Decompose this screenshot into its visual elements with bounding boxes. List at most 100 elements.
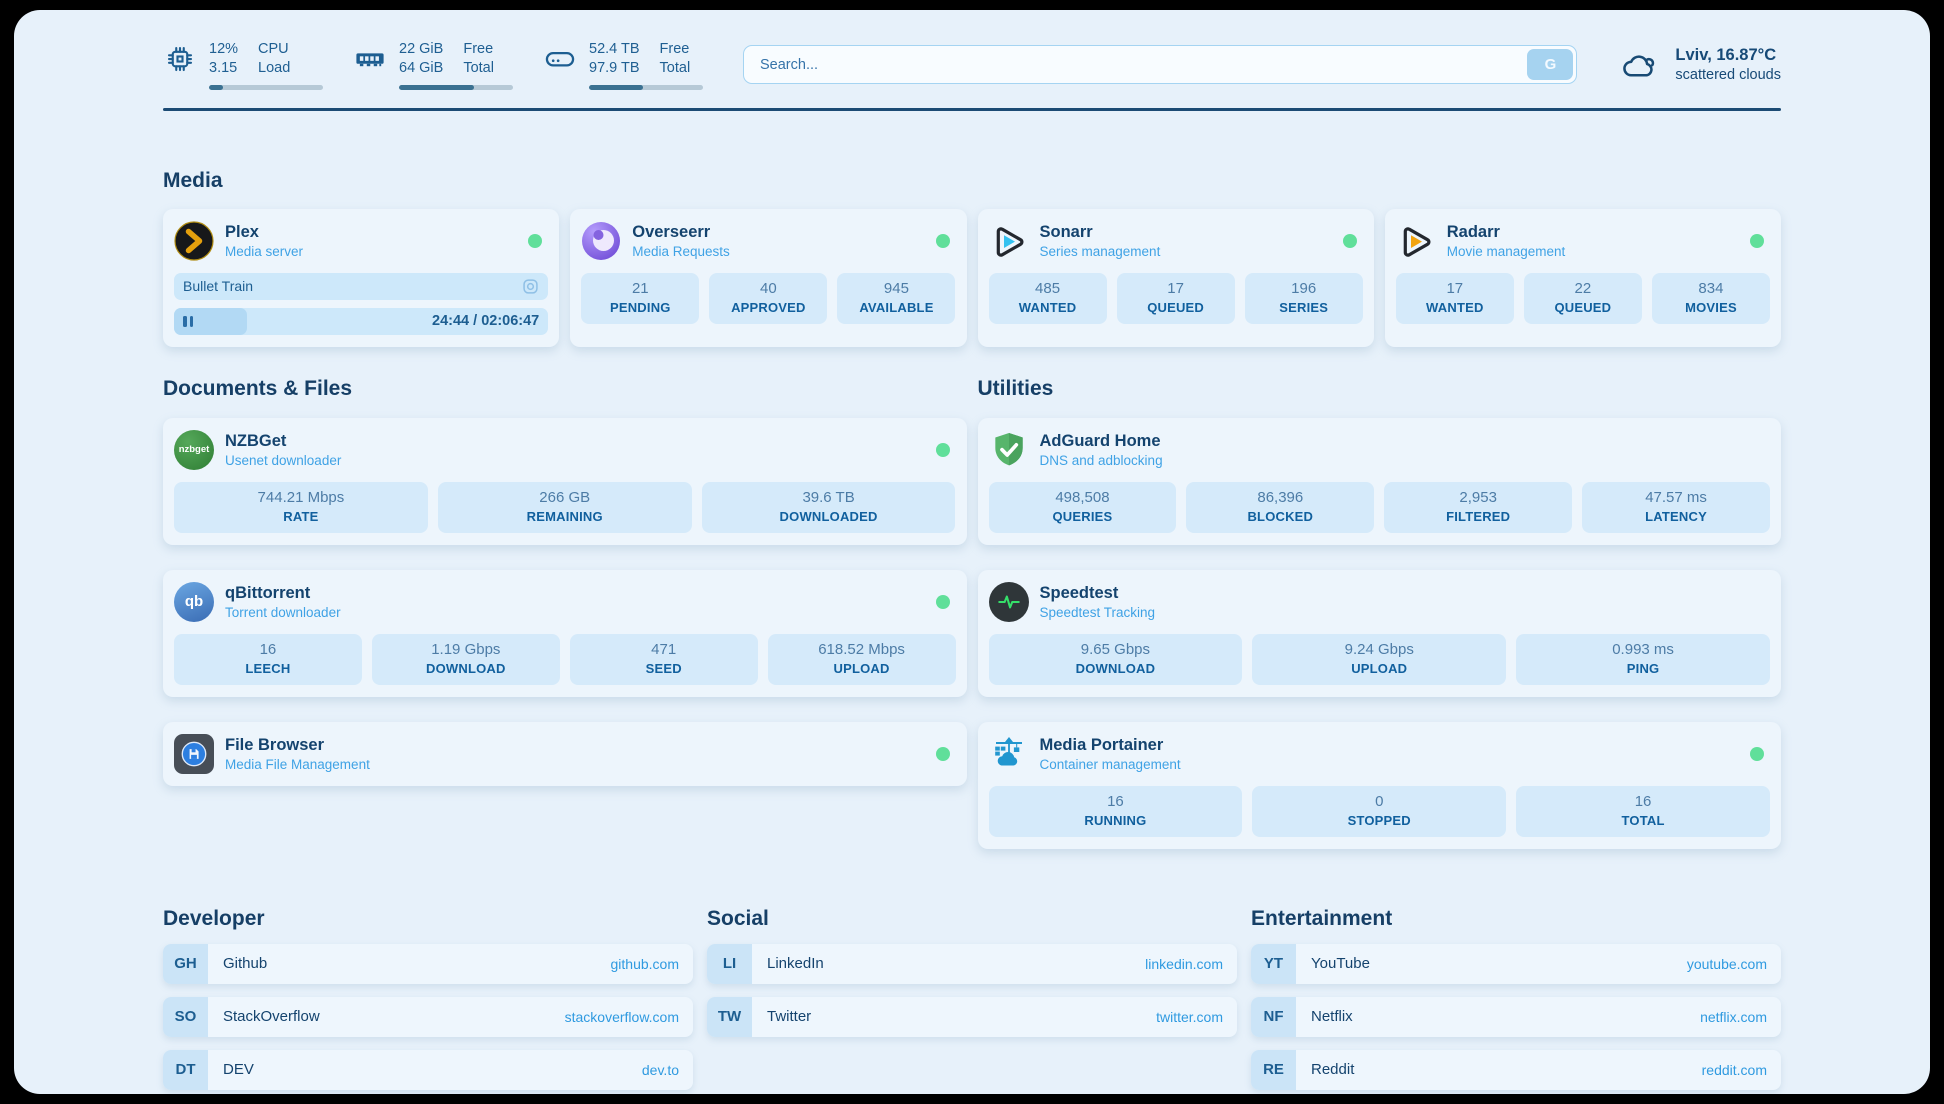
qbittorrent-icon: qb — [174, 582, 214, 622]
bookmark-url: github.com — [611, 956, 693, 972]
status-dot — [1343, 234, 1357, 248]
app-subtitle: Series management — [1040, 244, 1161, 259]
qbittorrent-card[interactable]: qb qBittorrent Torrent downloader 16LEEC… — [163, 570, 967, 697]
bookmark-abbr: TW — [707, 997, 752, 1037]
stat-box: 2,953FILTERED — [1384, 482, 1572, 533]
bookmark-url: linkedin.com — [1145, 956, 1237, 972]
stat-box: 834MOVIES — [1652, 273, 1770, 324]
plex-card[interactable]: Plex Media server Bullet Train 24:44 / 0… — [163, 209, 559, 347]
app-subtitle: Media server — [225, 244, 303, 259]
bookmark-url: twitter.com — [1156, 1009, 1237, 1025]
cpu-values: 12%3.15 — [209, 40, 238, 78]
bookmark-url: netflix.com — [1700, 1009, 1781, 1025]
filebrowser-card[interactable]: File Browser Media File Management — [163, 722, 967, 786]
app-title: Media Portainer — [1040, 736, 1181, 755]
bookmark-abbr: RE — [1251, 1050, 1296, 1090]
section-title-documents: Documents & Files — [163, 377, 967, 401]
cpu-icon — [163, 42, 197, 76]
app-subtitle: Torrent downloader — [225, 605, 341, 620]
stat-box: 9.65 GbpsDOWNLOAD — [989, 634, 1243, 685]
app-title: Plex — [225, 223, 303, 242]
nzbget-card[interactable]: nzbget NZBGet Usenet downloader 744.21 M… — [163, 418, 967, 545]
sonarr-card[interactable]: Sonarr Series management 485WANTED 17QUE… — [978, 209, 1374, 347]
bookmark-abbr: SO — [163, 997, 208, 1037]
adguard-icon — [989, 430, 1029, 470]
bookmark-stackoverflow[interactable]: SO StackOverflow stackoverflow.com — [163, 997, 693, 1037]
stat-box: 744.21 MbpsRATE — [174, 482, 428, 533]
speedtest-icon — [989, 582, 1029, 622]
stat-box: 618.52 MbpsUPLOAD — [768, 634, 956, 685]
top-bar: 12%3.15 CPULoad — [163, 40, 1781, 90]
bookmark-url: reddit.com — [1702, 1062, 1781, 1078]
stat-box: 17WANTED — [1396, 273, 1514, 324]
app-title: qBittorrent — [225, 584, 341, 603]
stat-box: 22QUEUED — [1524, 273, 1642, 324]
bookmark-abbr: GH — [163, 944, 208, 984]
stat-box: 17QUEUED — [1117, 273, 1235, 324]
ram-usage-bar — [399, 85, 513, 90]
stat-box: 485WANTED — [989, 273, 1107, 324]
section-title-developer: Developer — [163, 907, 693, 931]
app-subtitle: DNS and adblocking — [1040, 453, 1163, 468]
sonarr-icon — [989, 221, 1029, 261]
app-subtitle: Usenet downloader — [225, 453, 341, 468]
bookmark-name: StackOverflow — [208, 1008, 320, 1025]
entertainment-column: Entertainment YT YouTube youtube.com NF … — [1251, 907, 1781, 1090]
session-icon — [522, 278, 539, 295]
bookmark-github[interactable]: GH Github github.com — [163, 944, 693, 984]
bookmark-twitter[interactable]: TW Twitter twitter.com — [707, 997, 1237, 1037]
stat-box: 498,508QUERIES — [989, 482, 1177, 533]
status-dot — [1750, 234, 1764, 248]
cpu-labels: CPULoad — [258, 40, 290, 78]
social-column: Social LI LinkedIn linkedin.com TW Twitt… — [707, 907, 1237, 1090]
bookmark-url: youtube.com — [1687, 956, 1781, 972]
bookmark-abbr: DT — [163, 1050, 208, 1090]
section-title-media: Media — [163, 169, 1781, 193]
ram-stat: 22 GiB64 GiB FreeTotal — [353, 40, 513, 90]
developer-column: Developer GH Github github.com SO StackO… — [163, 907, 693, 1090]
stat-box: 945AVAILABLE — [837, 273, 955, 324]
portainer-icon — [989, 734, 1029, 774]
now-playing-row: Bullet Train — [174, 273, 548, 300]
radarr-card[interactable]: Radarr Movie management 17WANTED 22QUEUE… — [1385, 209, 1781, 347]
bookmark-linkedin[interactable]: LI LinkedIn linkedin.com — [707, 944, 1237, 984]
bookmark-reddit[interactable]: RE Reddit reddit.com — [1251, 1050, 1781, 1090]
overseerr-card[interactable]: Overseerr Media Requests 21PENDING 40APP… — [570, 209, 966, 347]
system-stats: 12%3.15 CPULoad — [163, 40, 703, 90]
bookmark-url: dev.to — [642, 1062, 693, 1078]
app-title: Radarr — [1447, 223, 1566, 242]
bookmark-name: Twitter — [752, 1008, 811, 1025]
google-search-button[interactable]: G — [1527, 49, 1573, 80]
bookmark-abbr: NF — [1251, 997, 1296, 1037]
app-title: AdGuard Home — [1040, 432, 1163, 451]
app-subtitle: Media File Management — [225, 757, 370, 772]
bookmark-dev[interactable]: DT DEV dev.to — [163, 1050, 693, 1090]
ram-labels: FreeTotal — [463, 40, 494, 78]
overseerr-icon — [581, 221, 621, 261]
adguard-card[interactable]: AdGuard Home DNS and adblocking 498,508Q… — [978, 418, 1782, 545]
app-title: Speedtest — [1040, 584, 1156, 603]
stat-box: 196SERIES — [1245, 273, 1363, 324]
speedtest-card[interactable]: Speedtest Speedtest Tracking 9.65 GbpsDO… — [978, 570, 1782, 697]
documents-column: Documents & Files nzbget NZBGet Usenet d… — [163, 377, 967, 849]
ram-values: 22 GiB64 GiB — [399, 40, 443, 78]
bookmark-abbr: LI — [707, 944, 752, 984]
bookmark-youtube[interactable]: YT YouTube youtube.com — [1251, 944, 1781, 984]
stat-box: 21PENDING — [581, 273, 699, 324]
stat-box: 0.993 msPING — [1516, 634, 1770, 685]
nzbget-icon: nzbget — [174, 430, 214, 470]
now-playing-title: Bullet Train — [183, 278, 253, 294]
status-dot — [528, 234, 542, 248]
dashboard-panel: 12%3.15 CPULoad — [14, 10, 1930, 1094]
search-bar: G — [743, 45, 1577, 84]
stat-box: 40APPROVED — [709, 273, 827, 324]
stat-box: 39.6 TBDOWNLOADED — [702, 482, 956, 533]
search-input[interactable] — [758, 56, 1524, 74]
playback-progress-bar: 24:44 / 02:06:47 — [174, 308, 548, 335]
section-title-entertainment: Entertainment — [1251, 907, 1781, 931]
status-dot — [1750, 747, 1764, 761]
disk-labels: FreeTotal — [660, 40, 691, 78]
bookmark-netflix[interactable]: NF Netflix netflix.com — [1251, 997, 1781, 1037]
portainer-card[interactable]: Media Portainer Container management 16R… — [978, 722, 1782, 849]
app-title: NZBGet — [225, 432, 341, 451]
